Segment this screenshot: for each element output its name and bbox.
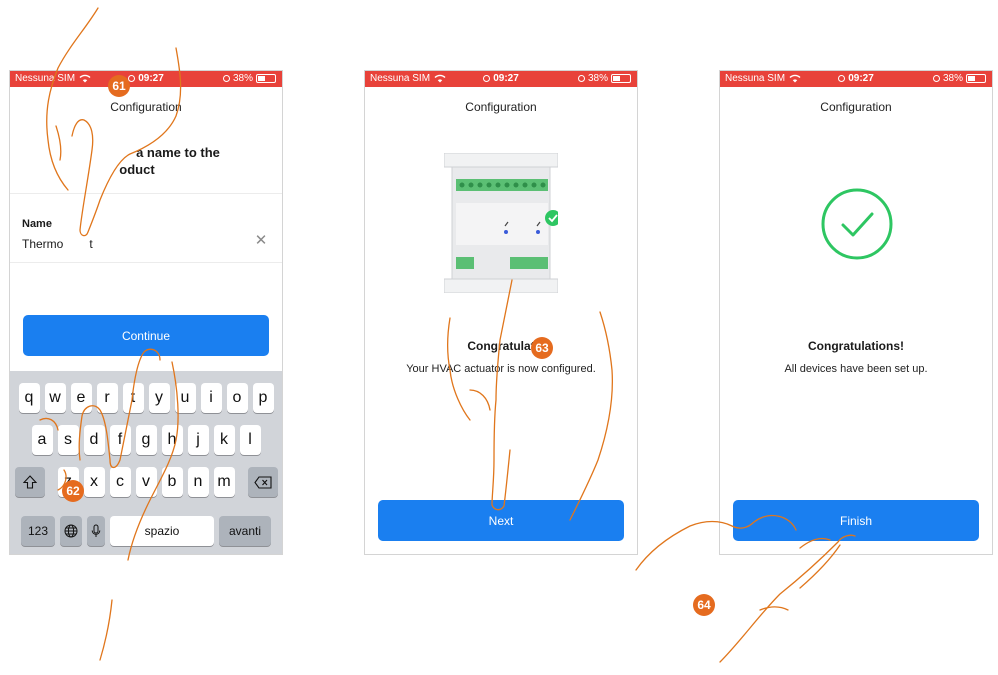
key[interactable]: j xyxy=(187,425,209,455)
location-icon xyxy=(483,75,491,82)
key[interactable]: w xyxy=(44,383,66,413)
keyboard: q w e r t y u i o p a s d f g h j k l z xyxy=(10,371,282,554)
callout-badge: 64 xyxy=(693,594,715,616)
keyboard-row-1: q w e r t y u i o p xyxy=(10,383,282,413)
return-key[interactable]: avanti xyxy=(219,516,271,546)
space-key[interactable]: spazio xyxy=(110,516,214,546)
key[interactable]: r xyxy=(96,383,118,413)
status-bar: Nessuna SIM 09:27 38% xyxy=(365,71,637,87)
key[interactable]: y xyxy=(148,383,170,413)
key[interactable]: b xyxy=(161,467,183,497)
backspace-icon[interactable] xyxy=(247,467,278,497)
key[interactable]: x xyxy=(83,467,105,497)
phone-screen-name-product: Nessuna SIM 09:27 38% Configuration a na… xyxy=(9,70,283,555)
battery-icon xyxy=(256,74,276,83)
key[interactable]: s xyxy=(57,425,79,455)
alarm-icon xyxy=(577,75,585,82)
nav-title: Configuration xyxy=(820,100,892,114)
key[interactable]: p xyxy=(252,383,274,413)
location-icon xyxy=(838,75,846,82)
key[interactable]: e xyxy=(70,383,92,413)
setup-complete-message: All devices have been set up. xyxy=(784,363,928,375)
continue-button[interactable]: Continue xyxy=(23,315,269,356)
battery-percent: 38% xyxy=(587,73,608,84)
keyboard-row-2: a s d f g h j k l xyxy=(10,425,282,455)
callout-badge: 61 xyxy=(108,75,130,97)
battery-percent: 38% xyxy=(232,73,253,84)
hvac-actuator-image xyxy=(444,153,558,293)
heading-line-1: a name to the xyxy=(136,145,220,160)
key[interactable]: q xyxy=(18,383,40,413)
key[interactable]: v xyxy=(135,467,157,497)
name-field-value[interactable]: Thermo t xyxy=(22,237,93,251)
battery-icon xyxy=(611,74,631,83)
name-field[interactable]: Name Thermo t ✕ xyxy=(10,193,282,263)
next-button[interactable]: Next xyxy=(378,500,624,541)
numbers-key[interactable]: 123 xyxy=(21,516,55,546)
key[interactable]: o xyxy=(226,383,248,413)
key[interactable]: h xyxy=(161,425,183,455)
name-field-label: Name xyxy=(22,218,52,230)
keyboard-row-4: 123 spazio avanti xyxy=(10,516,282,546)
key[interactable]: t xyxy=(122,383,144,413)
status-bar: Nessuna SIM 09:27 38% xyxy=(10,71,282,87)
finish-button[interactable]: Finish xyxy=(733,500,979,541)
shift-icon[interactable] xyxy=(14,467,45,497)
congratulations-heading: Congratulations! xyxy=(808,339,904,353)
location-icon xyxy=(128,75,136,82)
status-bar: Nessuna SIM 09:27 38% xyxy=(720,71,992,87)
configured-message: Your HVAC actuator is now configured. xyxy=(406,363,596,375)
phone-screen-finished: Nessuna SIM 09:27 38% Configuration Cong… xyxy=(719,70,993,555)
key[interactable]: k xyxy=(213,425,235,455)
callout-badge: 62 xyxy=(62,480,84,502)
key[interactable]: u xyxy=(174,383,196,413)
key[interactable]: m xyxy=(213,467,235,497)
keyboard-row-3: z x c v b n m xyxy=(10,467,282,497)
heading-line-2: oduct xyxy=(119,162,155,177)
phone-screen-configured: Nessuna SIM 09:27 38% Configuration Cong… xyxy=(364,70,638,555)
nav-title: Configuration xyxy=(110,100,182,114)
battery-icon xyxy=(966,74,986,83)
clear-icon[interactable]: ✕ xyxy=(254,233,268,248)
key[interactable]: f xyxy=(109,425,131,455)
alarm-icon xyxy=(222,75,230,82)
key[interactable]: i xyxy=(200,383,222,413)
globe-icon[interactable] xyxy=(60,516,82,546)
key[interactable]: g xyxy=(135,425,157,455)
key[interactable]: d xyxy=(83,425,105,455)
success-check-icon xyxy=(821,188,893,260)
alarm-icon xyxy=(932,75,940,82)
battery-percent: 38% xyxy=(942,73,963,84)
key[interactable]: a xyxy=(31,425,53,455)
key[interactable]: l xyxy=(239,425,261,455)
page-heading: a name to the oduct xyxy=(20,144,272,178)
microphone-icon[interactable] xyxy=(87,516,105,546)
nav-title: Configuration xyxy=(465,100,537,114)
key[interactable]: c xyxy=(109,467,131,497)
callout-badge: 63 xyxy=(531,337,553,359)
key[interactable]: n xyxy=(187,467,209,497)
congratulations-heading: Congratulat xyxy=(467,339,535,353)
